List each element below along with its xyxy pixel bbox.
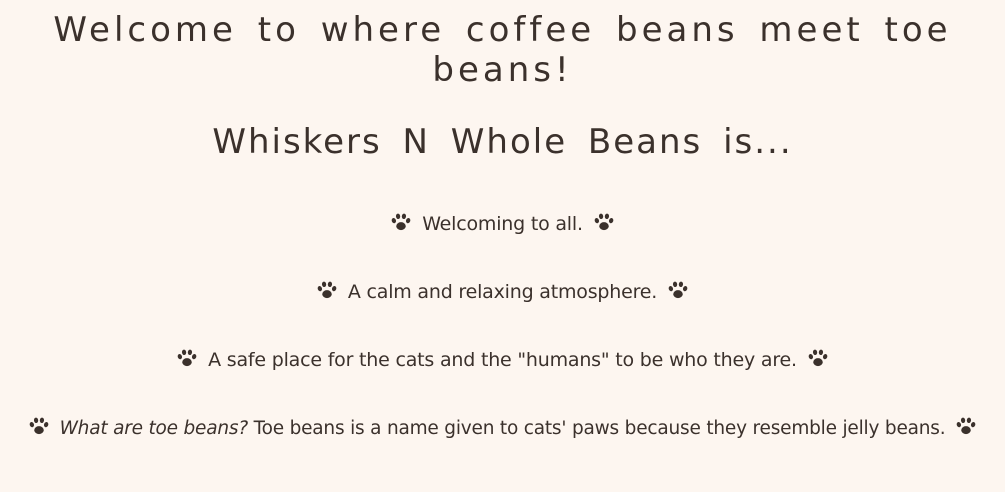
paw-icon (808, 349, 828, 367)
feature-item-welcoming: Welcoming to all. (0, 211, 1005, 235)
feature-text: A calm and relaxing atmosphere. (347, 281, 658, 303)
paw-icon (177, 349, 197, 367)
about-heading: Whiskers N Whole Beans is... (212, 122, 793, 162)
feature-text: Welcoming to all. (422, 213, 583, 235)
feature-item-toe-beans: What are toe beans? Toe beans is a name … (0, 415, 1005, 439)
feature-text: A safe place for the cats and the "human… (208, 349, 797, 371)
feature-item-safe-place: A safe place for the cats and the "human… (0, 347, 1005, 371)
feature-text: Toe beans is a name given to cats' paws … (247, 418, 946, 439)
hero-title: Welcome to where coffee beans meet toe b… (53, 10, 952, 90)
paw-icon (594, 213, 613, 231)
paw-icon (392, 213, 411, 231)
paw-icon (317, 281, 337, 299)
paw-icon (29, 417, 49, 435)
paw-icon (668, 281, 688, 299)
feature-item-atmosphere: A calm and relaxing atmosphere. (0, 279, 1005, 303)
paw-icon (956, 417, 976, 435)
home-page: Welcome to where coffee beans meet toe b… (0, 0, 1005, 492)
toe-beans-question: What are toe beans? (59, 418, 249, 439)
